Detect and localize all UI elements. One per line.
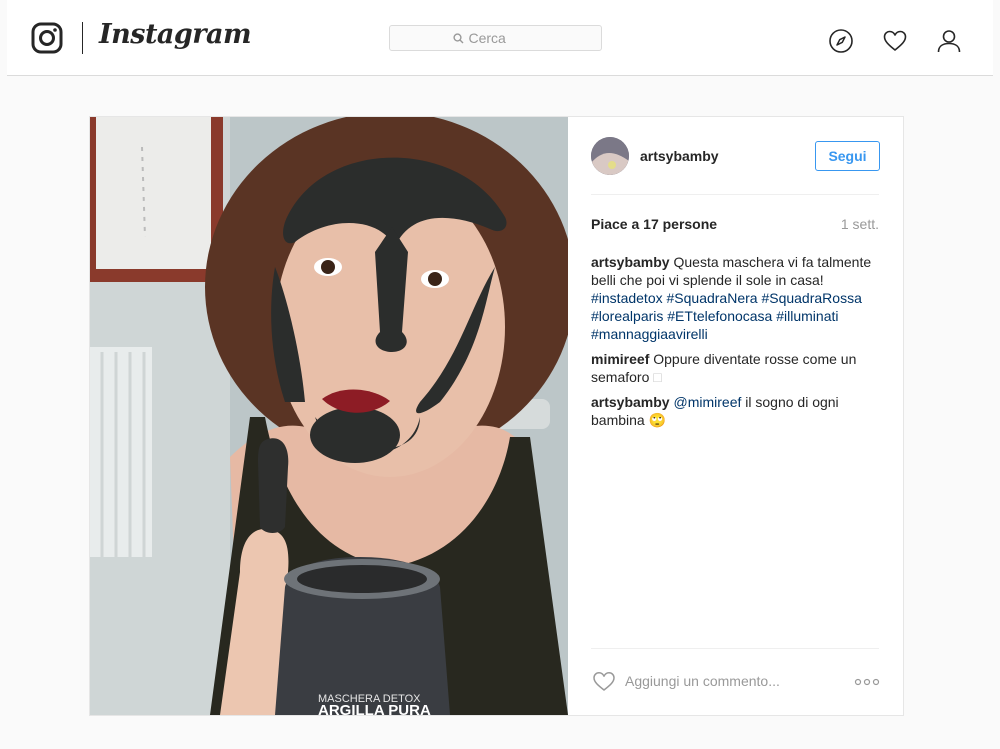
like-heart-icon[interactable]: [592, 670, 616, 692]
hashtag-link[interactable]: #SquadraRossa: [761, 290, 861, 306]
search-box[interactable]: [389, 25, 602, 51]
likes-count[interactable]: Piace a 17 persone: [591, 216, 717, 232]
comment-username[interactable]: artsybamby: [591, 254, 670, 270]
more-options-icon[interactable]: [854, 678, 880, 686]
comment-username[interactable]: artsybamby: [591, 394, 670, 410]
heart-icon[interactable]: [882, 28, 908, 54]
comment-username[interactable]: mimireef: [591, 351, 649, 367]
top-navigation-bar: Instagram: [7, 0, 993, 76]
divider: [591, 648, 879, 649]
person-icon[interactable]: [936, 28, 962, 54]
hashtag-link[interactable]: #ETtelefonocasa: [667, 308, 772, 324]
search-icon: [452, 32, 463, 43]
comment-item: mimireef Oppure diventate rosse come un …: [591, 350, 881, 386]
follow-button[interactable]: Segui: [815, 141, 880, 171]
post-photo[interactable]: MASCHERA DETOX ARGILLA PURA: [90, 117, 568, 715]
mention-link[interactable]: @mimireef: [673, 394, 741, 410]
instagram-wordmark[interactable]: Instagram: [99, 19, 252, 50]
instagram-logo-icon[interactable]: [31, 22, 63, 54]
selfie-illustration: MASCHERA DETOX ARGILLA PURA: [90, 117, 568, 715]
post-author-username[interactable]: artsybamby: [640, 148, 719, 164]
hashtag-link[interactable]: #instadetox: [591, 290, 663, 306]
jar-label-line2: ARGILLA PURA: [318, 702, 431, 715]
compass-icon[interactable]: [828, 28, 854, 54]
post-timestamp[interactable]: 1 sett.: [841, 216, 879, 232]
rolling-eyes-emoji: 🙄: [648, 412, 667, 428]
comments-list: artsybamby Questa maschera vi fa talment…: [591, 253, 881, 436]
logo-divider: [82, 22, 83, 54]
add-comment-input[interactable]: [625, 670, 825, 692]
hashtag-link[interactable]: #mannaggiaavirelli: [591, 326, 708, 342]
missing-emoji-glyph: □: [653, 369, 662, 385]
hashtag-link[interactable]: #SquadraNera: [667, 290, 758, 306]
comment-item: artsybamby @mimireef il sogno di ogni ba…: [591, 393, 881, 429]
search-input[interactable]: [468, 30, 539, 46]
hashtag-link[interactable]: #lorealparis: [591, 308, 663, 324]
hashtag-link[interactable]: #illuminati: [776, 308, 838, 324]
divider: [591, 194, 879, 195]
avatar[interactable]: [591, 137, 629, 175]
post-sidebar: artsybamby Segui Piace a 17 persone 1 se…: [568, 117, 903, 715]
post-card: MASCHERA DETOX ARGILLA PURA artsybamby S…: [89, 116, 904, 716]
comment-item: artsybamby Questa maschera vi fa talment…: [591, 253, 881, 343]
